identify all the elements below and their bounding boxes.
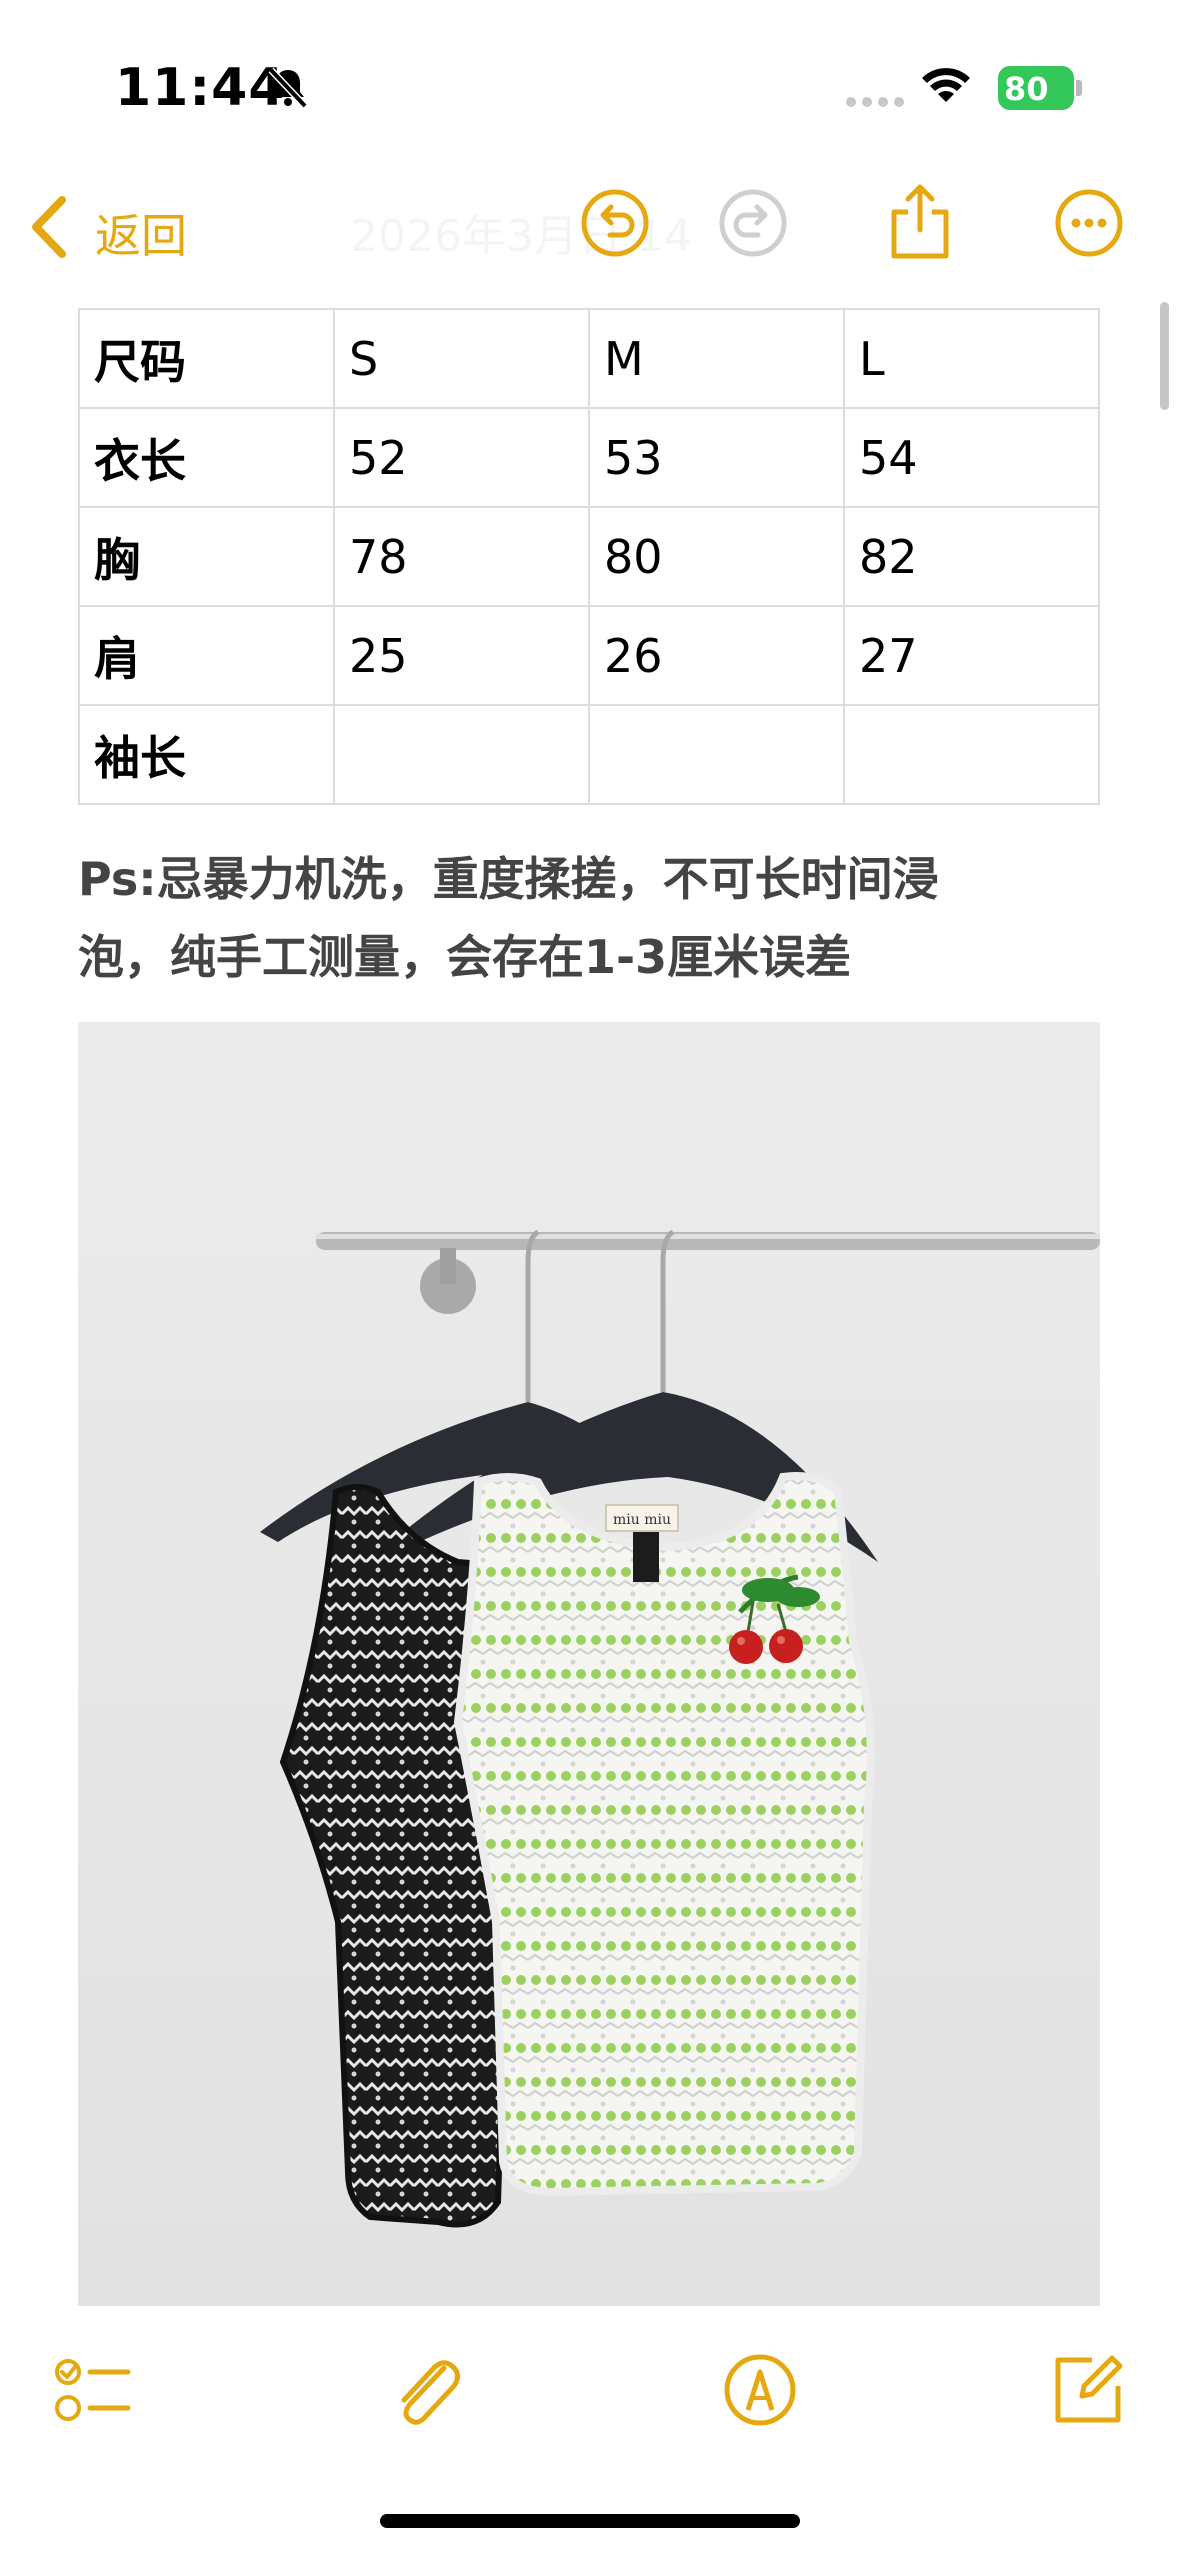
wifi-icon [922, 68, 970, 102]
table-cell[interactable]: 82 [843, 506, 1100, 607]
table-cell[interactable]: 肩 [78, 605, 335, 706]
note-line: 泡，纯手工测量，会存在1-3厘米误差 [78, 930, 852, 984]
bell-slash-icon [268, 67, 308, 109]
note-text[interactable]: Ps:忌暴力机洗，重度揉搓，不可长时间浸 泡，纯手工测量，会存在1-3厘米误差 [78, 840, 1108, 996]
cellular-signal-icon [846, 97, 904, 107]
back-button[interactable]: 返回 [95, 200, 187, 266]
status-time: 11:44 [115, 58, 286, 118]
chevron-left-icon[interactable] [26, 194, 70, 260]
table-cell[interactable] [333, 704, 590, 805]
battery-percent: 80 [1004, 70, 1049, 108]
table-cell[interactable]: 78 [333, 506, 590, 607]
table-row: 胸 78 80 82 [78, 506, 1100, 607]
table-row: 肩 25 26 27 [78, 605, 1100, 706]
undo-icon[interactable] [580, 188, 650, 258]
table-cell[interactable] [843, 704, 1100, 805]
home-indicator[interactable] [380, 2514, 800, 2528]
photo-illustration: miu miu [260, 1229, 1100, 2228]
table-cell[interactable]: 27 [843, 605, 1100, 706]
paperclip-icon[interactable] [386, 2350, 466, 2430]
share-icon[interactable] [888, 182, 952, 260]
table-row: 衣长 52 53 54 [78, 407, 1100, 508]
table-cell[interactable]: M [588, 308, 845, 409]
table-cell[interactable]: 25 [333, 605, 590, 706]
markup-pen-icon[interactable] [720, 2350, 800, 2430]
garment-label: miu miu [613, 1512, 671, 1528]
table-row: 袖长 [78, 704, 1100, 805]
table-cell[interactable]: 52 [333, 407, 590, 508]
battery-charging-icon: 80 [998, 66, 1082, 110]
bottom-toolbar [0, 2330, 1179, 2450]
table-cell[interactable]: 80 [588, 506, 845, 607]
table-row: 尺码 S M L [78, 308, 1100, 409]
status-bar: 11:44 80 [0, 0, 1179, 150]
table-cell[interactable]: 尺码 [78, 308, 335, 409]
checklist-icon[interactable] [52, 2350, 132, 2430]
table-cell[interactable]: 衣长 [78, 407, 335, 508]
table-cell[interactable]: 53 [588, 407, 845, 508]
more-icon[interactable] [1054, 188, 1124, 258]
table-cell[interactable]: 胸 [78, 506, 335, 607]
redo-icon[interactable] [718, 188, 788, 258]
table-cell[interactable]: L [843, 308, 1100, 409]
product-photo[interactable]: miu miu [78, 1022, 1100, 2306]
table-cell[interactable]: S [333, 308, 590, 409]
table-cell[interactable]: 54 [843, 407, 1100, 508]
table-cell[interactable] [588, 704, 845, 805]
note-line: Ps:忌暴力机洗，重度揉搓，不可长时间浸 [78, 852, 939, 906]
scroll-indicator[interactable] [1160, 302, 1169, 410]
size-table: 尺码 S M L 衣长 52 53 54 胸 78 80 82 肩 25 26 … [78, 308, 1100, 805]
table-cell[interactable]: 26 [588, 605, 845, 706]
compose-icon[interactable] [1048, 2350, 1128, 2430]
nav-bar: 返回 2026年3月日 14 [0, 170, 1179, 290]
table-cell[interactable]: 袖长 [78, 704, 335, 805]
